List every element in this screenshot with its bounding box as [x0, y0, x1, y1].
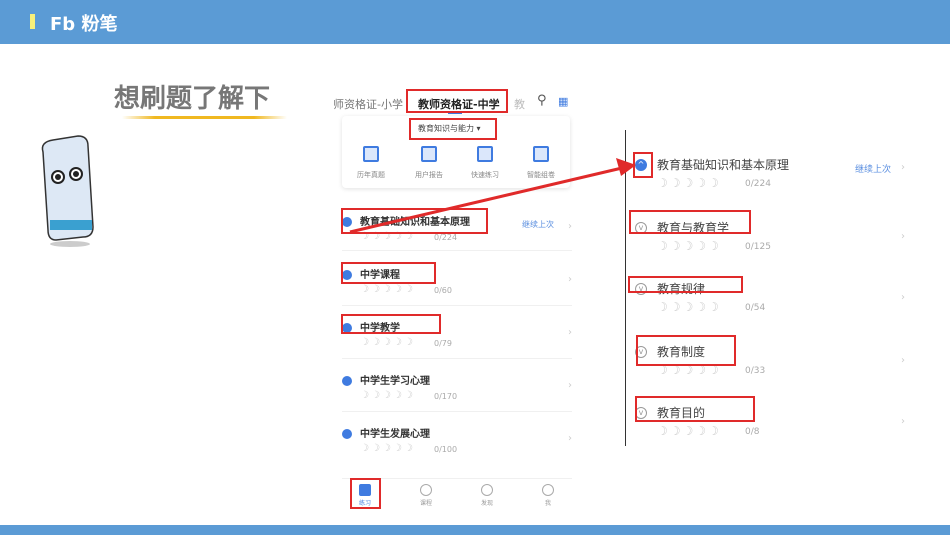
footer-bar [0, 525, 950, 535]
pointer-arrow [349, 158, 636, 234]
